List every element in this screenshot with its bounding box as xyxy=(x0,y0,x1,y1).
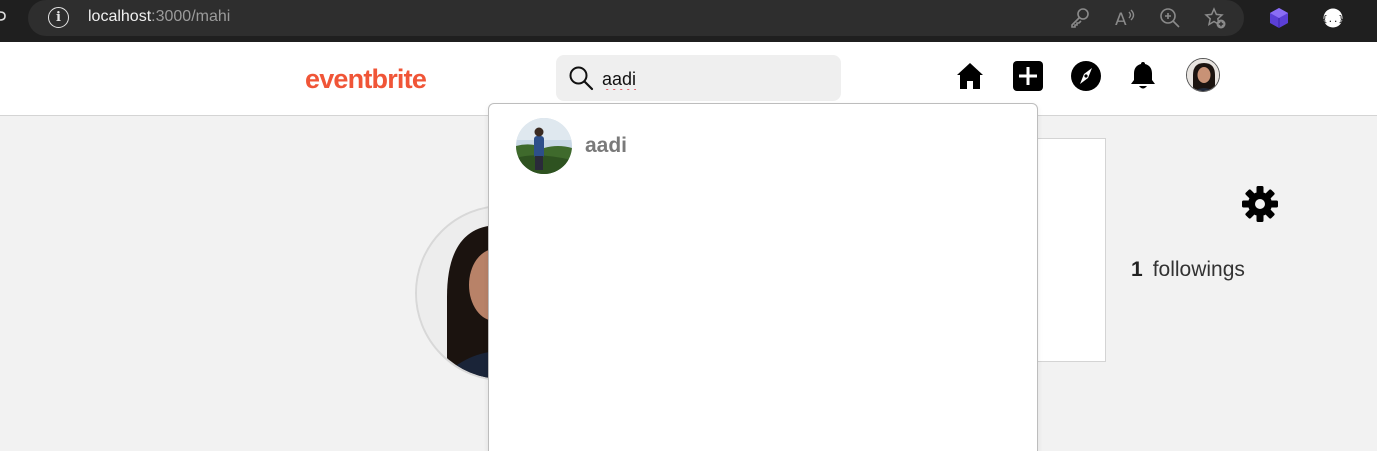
search-results-dropdown: aadi xyxy=(488,103,1038,451)
url-path: :3000/mahi xyxy=(151,8,231,25)
address-bar[interactable]: i localhost:3000/mahi A xyxy=(28,0,1244,36)
explore-compass-icon[interactable] xyxy=(1070,60,1102,92)
browser-toolbar: i localhost:3000/mahi A {..} xyxy=(0,0,1377,42)
search-result-item[interactable]: aadi xyxy=(489,116,1037,174)
svg-text:A: A xyxy=(1115,10,1127,30)
search-icon xyxy=(569,66,594,91)
followings-count: 1 xyxy=(1131,258,1143,281)
zoom-icon[interactable] xyxy=(1158,6,1182,30)
search-input[interactable] xyxy=(602,67,822,91)
search-bar[interactable] xyxy=(556,55,841,101)
profile-card xyxy=(1030,138,1106,362)
settings-gear-icon[interactable] xyxy=(1240,184,1280,224)
extension-braces-icon[interactable]: {..} xyxy=(1322,7,1344,29)
tab-edge xyxy=(0,8,6,28)
followings-stat[interactable]: 1 followings xyxy=(1131,258,1245,282)
user-avatar[interactable] xyxy=(1186,58,1220,92)
notifications-bell-icon[interactable] xyxy=(1127,60,1159,92)
add-favorite-icon[interactable] xyxy=(1203,6,1227,30)
url-host: localhost xyxy=(88,8,152,25)
result-avatar xyxy=(516,118,572,174)
read-aloud-icon[interactable]: A xyxy=(1113,6,1137,30)
home-icon[interactable] xyxy=(954,60,986,92)
eventbrite-logo[interactable]: eventbrite xyxy=(305,64,427,95)
url-text[interactable]: localhost:3000/mahi xyxy=(88,8,230,26)
extension-cube-icon[interactable] xyxy=(1268,7,1290,29)
svg-text:{..}: {..} xyxy=(1322,15,1344,25)
site-info-icon[interactable]: i xyxy=(48,7,69,28)
create-post-icon[interactable] xyxy=(1012,60,1044,92)
followings-label: followings xyxy=(1152,258,1245,281)
key-icon[interactable] xyxy=(1068,6,1092,30)
result-username: aadi xyxy=(585,134,628,157)
